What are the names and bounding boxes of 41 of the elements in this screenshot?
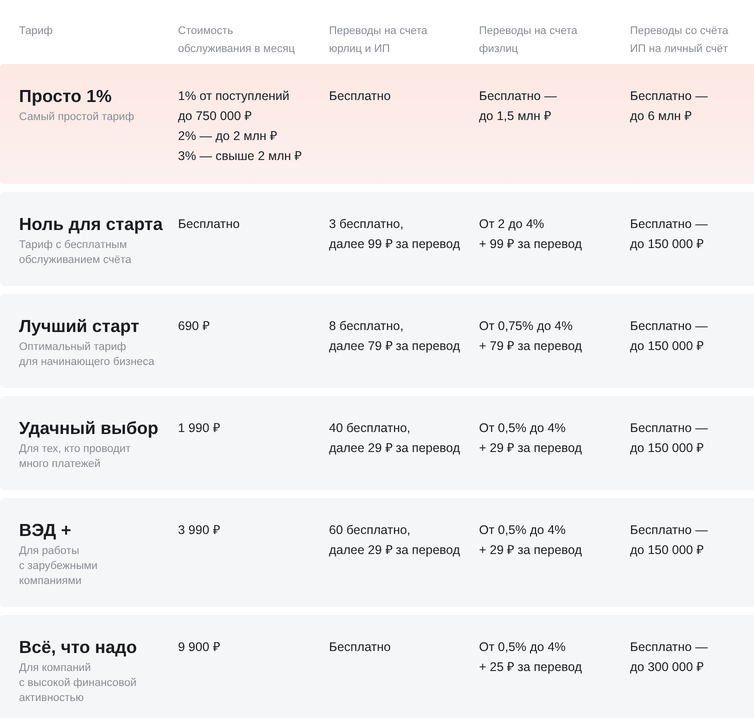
tariff-name: ВЭД + [19,519,72,542]
tariff-name: Всё, что надо [19,636,138,659]
table-cell-text: Бесплатно — до 300 000 ₽ [630,639,709,676]
table-cell-text: 690 ₽ [178,318,210,335]
table-cell-text: От 0,75% до 4% + 79 ₽ за перевод [479,318,583,355]
tariff-description: Для работы с зарубежными компаниями [19,544,99,589]
table-cell-text: 60 бесплатно, далее 29 ₽ за перевод [329,522,462,559]
tariff-name: Просто 1% [19,85,113,108]
table-cell-text: 3 990 ₽ [178,522,221,539]
table-cell-text: 1 990 ₽ [178,420,221,437]
tariff-name: Ноль для старта [19,213,164,236]
table-cell-text: 40 бесплатно, далее 29 ₽ за перевод [329,420,462,457]
table-cell-text: 8 бесплатно, далее 79 ₽ за перевод [329,318,462,355]
column-header: Переводы на счета юрлиц и ИП [329,24,428,57]
table-cell-text: 9 900 ₽ [178,639,221,656]
table-cell-text: От 0,5% до 4% + 25 ₽ за перевод [479,639,583,676]
table-cell-text: От 0,5% до 4% + 29 ₽ за перевод [479,420,583,457]
table-cell-text: Бесплатно [329,88,392,105]
table-cell-text: Бесплатно — до 1,5 млн ₽ [479,88,558,125]
tariff-description: Для компаний с высокой финансовой активностью [19,661,138,706]
table-cell-text: Бесплатно — до 150 000 ₽ [630,420,709,457]
table-cell-text: Бесплатно — до 150 000 ₽ [630,522,709,559]
table-cell-text: Бесплатно [178,216,241,233]
tariff-description: Оптимальный тариф для начинающего бизнеса [19,340,156,370]
table-cell-text: 3 бесплатно, далее 99 ₽ за перевод [329,216,462,253]
column-header: Тариф [19,24,54,39]
tariff-description: Для тех, кто проводит много платежей [19,442,132,472]
tariff-name: Удачный выбор [19,417,160,440]
table-cell-text: Бесплатно [329,639,392,656]
tariff-name: Лучший старт [19,315,140,338]
column-header: Переводы со счёта ИП на личный счёт [630,24,730,57]
column-header: Стоимость обслуживания в месяц [178,24,296,57]
table-cell-text: 1% от поступлений до 750 000 ₽ 2% — до 2 млн ₽ 3% — свыше 2 млн ₽ [178,88,303,165]
tariff-description: Тариф с бесплатным обслуживанием счёта [19,238,132,268]
table-cell-text: От 2 до 4% + 99 ₽ за перевод [479,216,583,253]
tariff-description: Самый простой тариф [19,110,136,125]
table-cell-text: Бесплатно — до 150 000 ₽ [630,318,709,355]
table-cell-text: От 0,5% до 4% + 29 ₽ за перевод [479,522,583,559]
column-header: Переводы на счета физлиц [479,24,578,57]
table-cell-text: Бесплатно — до 150 000 ₽ [630,216,709,253]
table-cell-text: Бесплатно — до 6 млн ₽ [630,88,709,125]
